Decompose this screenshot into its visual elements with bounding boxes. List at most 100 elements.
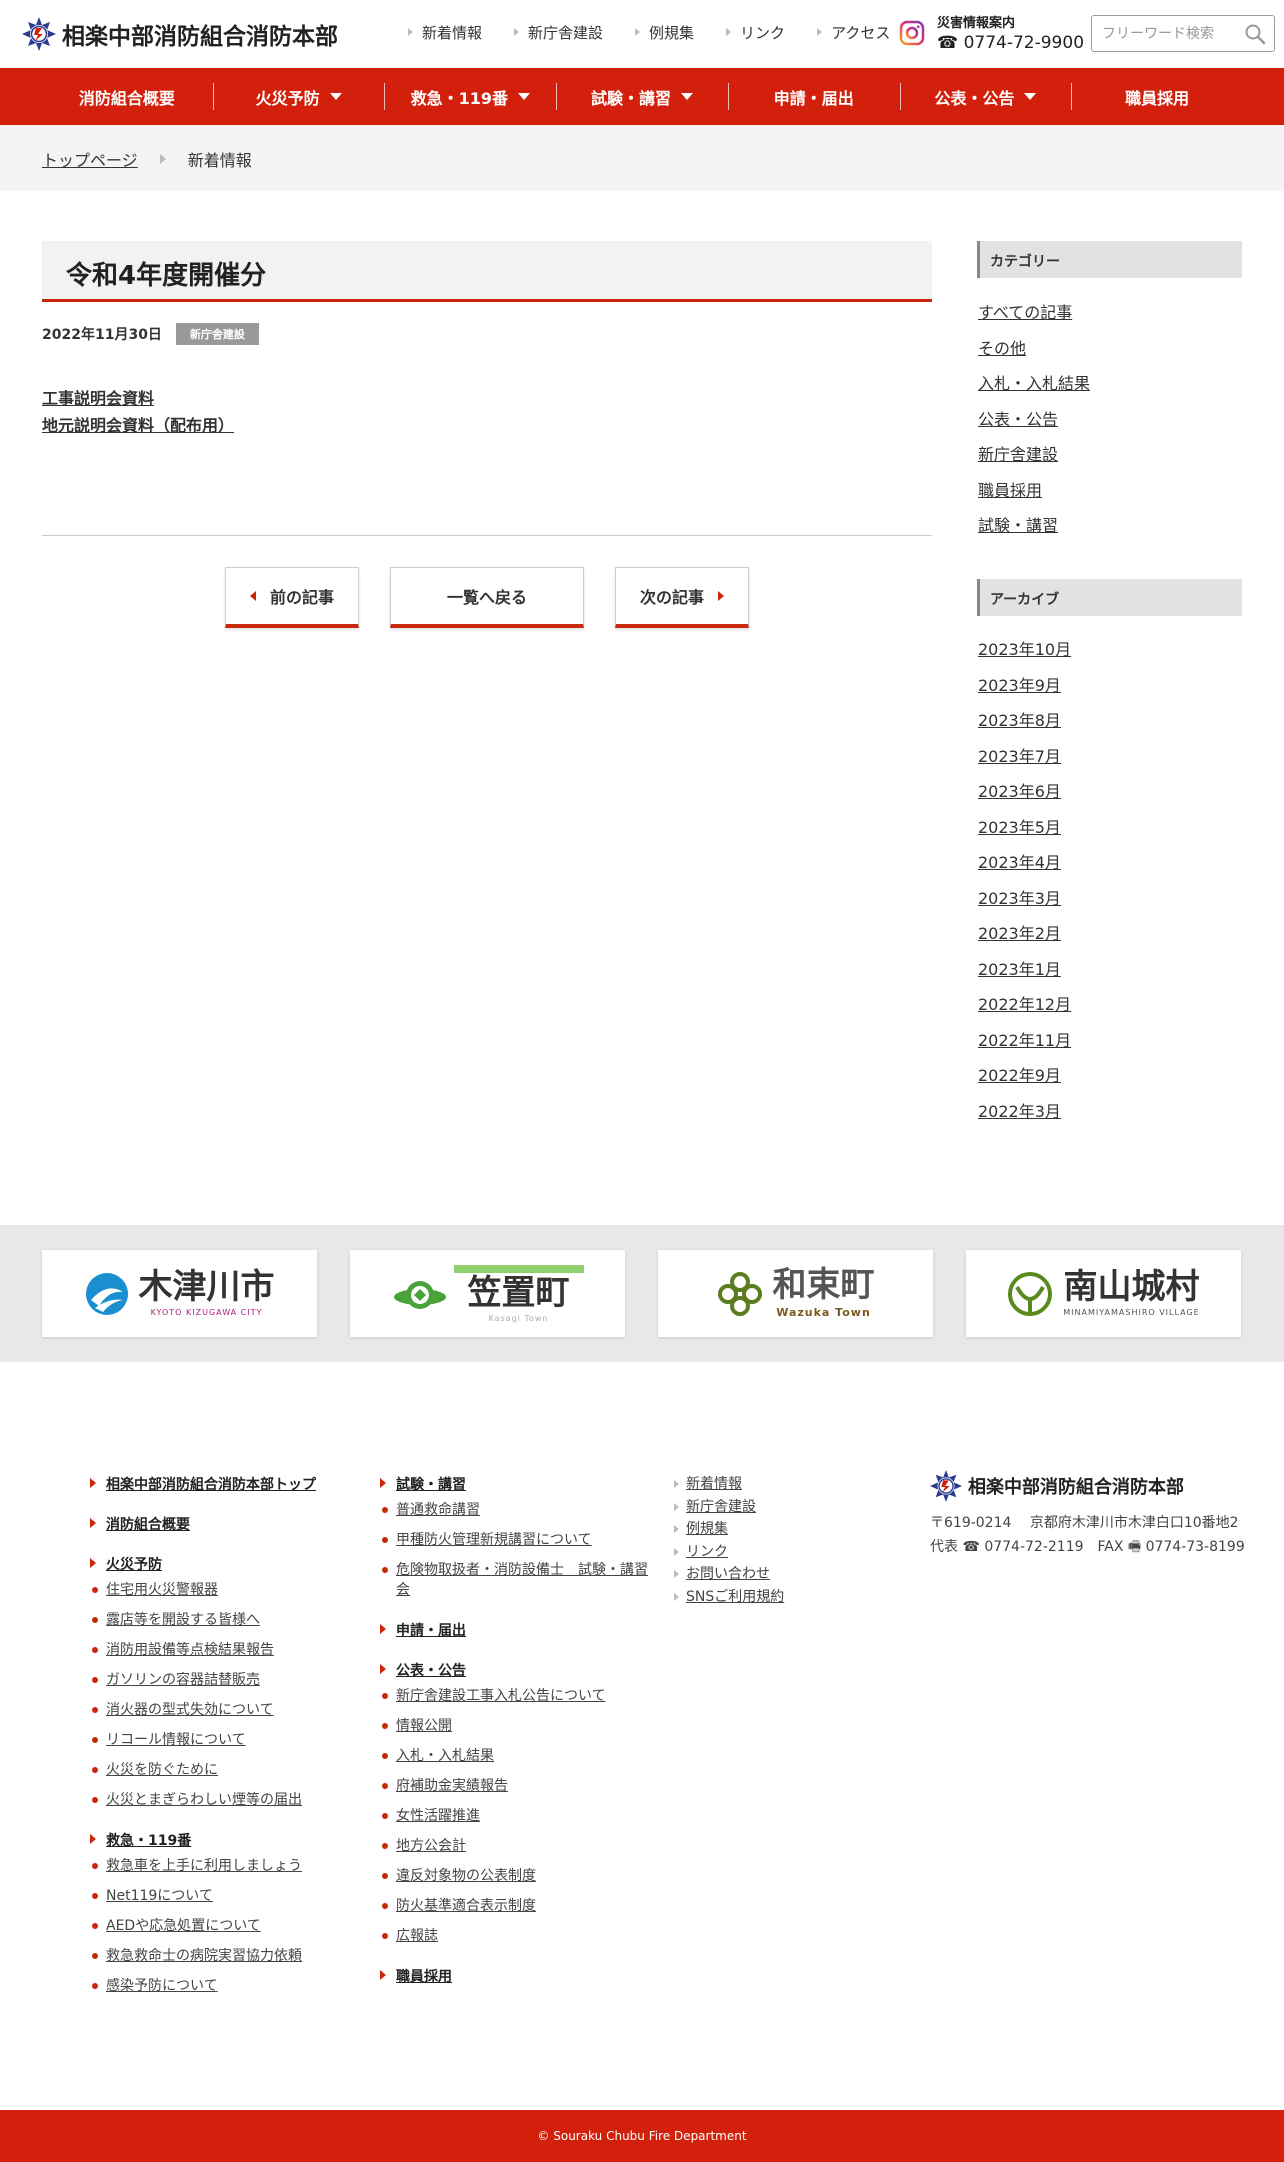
footer-link[interactable]: 消火器の型式失効について [106, 1702, 274, 1718]
archive-link[interactable]: 2022年9月 [978, 1066, 1061, 1085]
nav-item-fire-prevention[interactable]: 火災予防 [212, 68, 385, 125]
footer-item: 情報公開 [380, 1716, 660, 1736]
footer-link-contact[interactable]: お問い合わせ [686, 1566, 770, 1582]
footer-link[interactable]: 感染予防について [106, 1978, 218, 1994]
archive-link[interactable]: 2023年9月 [978, 676, 1061, 695]
archive-link[interactable]: 2023年2月 [978, 924, 1061, 943]
footer-link[interactable]: 入札・入札結果 [396, 1748, 494, 1764]
banner-subtitle: Kasagi Town [488, 1313, 549, 1323]
prev-article-button[interactable]: 前の記事 [225, 567, 359, 628]
category-link-bids[interactable]: 入札・入札結果 [978, 374, 1090, 393]
footer-link[interactable]: 危険物取扱者・消防設備士 試験・講習会 [396, 1562, 648, 1598]
footer-link[interactable]: 住宅用火災警報器 [106, 1582, 218, 1598]
footer-link[interactable]: 女性活躍推進 [396, 1808, 480, 1824]
doc-link-construction-briefing[interactable]: 工事説明会資料 [42, 385, 234, 412]
archive-link[interactable]: 2023年3月 [978, 889, 1061, 908]
footer-link[interactable]: 新庁舎建設工事入札公告について [396, 1688, 606, 1704]
search-icon[interactable] [1244, 23, 1266, 45]
caret-down-icon [681, 93, 694, 100]
footer-link[interactable]: 防火基準適合表示制度 [396, 1898, 536, 1914]
top-link-links[interactable]: リンク [726, 22, 785, 43]
category-link-other[interactable]: その他 [978, 339, 1026, 358]
banner-wazuka[interactable]: 和束町 Wazuka Town [658, 1250, 933, 1337]
footer-link-fire-prevention[interactable]: 火災予防 [106, 1557, 162, 1573]
footer-link-applications[interactable]: 申請・届出 [396, 1623, 466, 1639]
footer-link-links[interactable]: リンク [686, 1544, 728, 1560]
footer-link[interactable]: 救急車を上手に利用しましょう [106, 1858, 302, 1874]
footer-link-top[interactable]: 相楽中部消防組合消防本部トップ [106, 1477, 316, 1493]
nav-item-applications[interactable]: 申請・届出 [727, 68, 900, 125]
footer-link[interactable]: ガソリンの容器詰替販売 [106, 1672, 260, 1688]
banner-minamiyamashiro[interactable]: 南山城村 MINAMIYAMASHIRO VILLAGE [966, 1250, 1241, 1337]
footer-link-recruitment[interactable]: 職員採用 [396, 1969, 452, 1985]
breadcrumb: トップページ 新着情報 [42, 147, 252, 171]
archive-link[interactable]: 2022年3月 [978, 1102, 1061, 1121]
nav-item-emergency[interactable]: 救急・119番 [384, 68, 556, 125]
footer-link-emergency[interactable]: 救急・119番 [106, 1833, 191, 1849]
archive-link[interactable]: 2023年6月 [978, 782, 1061, 801]
archive-link[interactable]: 2023年5月 [978, 818, 1061, 837]
archive-link[interactable]: 2023年10月 [978, 640, 1071, 659]
footer-link[interactable]: 救急救命士の病院実習協力依頼 [106, 1948, 302, 1964]
footer-link[interactable]: 火災とまぎらわしい煙等の届出 [106, 1792, 302, 1808]
footer-link[interactable]: 甲種防火管理新規講習について [396, 1532, 592, 1548]
top-link-new-building[interactable]: 新庁舎建設 [514, 22, 603, 43]
back-to-list-button[interactable]: 一覧へ戻る [390, 567, 584, 628]
footer-link[interactable]: 普通救命講習 [396, 1502, 480, 1518]
footer-link[interactable]: 情報公開 [396, 1718, 452, 1734]
breadcrumb-home[interactable]: トップページ [42, 147, 138, 171]
footer-link-exams[interactable]: 試験・講習 [396, 1477, 466, 1493]
banner-kizugawa[interactable]: 木津川市 KYOTO KIZUGAWA CITY [42, 1250, 317, 1337]
top-link-regulations[interactable]: 例規集 [635, 22, 694, 43]
doc-link-local-briefing[interactable]: 地元説明会資料（配布用） [42, 412, 234, 439]
archive-link[interactable]: 2022年11月 [978, 1031, 1071, 1050]
footer-link-news[interactable]: 新着情報 [686, 1476, 742, 1492]
footer-link[interactable]: リコール情報について [106, 1732, 246, 1748]
category-link-announcements[interactable]: 公表・公告 [978, 410, 1058, 429]
category-link-exams[interactable]: 試験・講習 [978, 516, 1058, 535]
footer-link-announcements[interactable]: 公表・公告 [396, 1663, 466, 1679]
nav-item-announcements[interactable]: 公表・公告 [899, 68, 1072, 125]
archive-link[interactable]: 2023年7月 [978, 747, 1061, 766]
footer-link[interactable]: 消防用設備等点検結果報告 [106, 1642, 274, 1658]
nav-item-recruitment[interactable]: 職員採用 [1071, 68, 1243, 125]
archive-link[interactable]: 2022年12月 [978, 995, 1071, 1014]
footer-link-new-building[interactable]: 新庁舎建設 [686, 1499, 756, 1515]
nav-item-overview[interactable]: 消防組合概要 [41, 68, 213, 125]
banner-kasagi[interactable]: 笠置町 Kasagi Town [350, 1250, 625, 1337]
footer-link[interactable]: AEDや応急処置について [106, 1918, 261, 1934]
list-item: 2022年11月 [978, 1023, 1071, 1059]
footer-link[interactable]: 広報誌 [396, 1928, 438, 1944]
nav-item-exams[interactable]: 試験・講習 [556, 68, 728, 125]
footer-item: 防火基準適合表示制度 [380, 1896, 660, 1916]
footer-phone-fax: 代表 ☎ 0774-72-2119 FAX 🖷 0774-73-8199 [930, 1539, 1245, 1555]
disaster-info-phone[interactable]: ☎ 0774-72-9900 [937, 33, 1084, 53]
top-link-news[interactable]: 新着情報 [408, 22, 482, 43]
nav-label: 申請・届出 [773, 88, 854, 108]
site-logo[interactable]: 相楽中部消防組合消防本部 [22, 16, 338, 52]
article-date: 2022年11月30日 [42, 327, 162, 343]
footer-link-overview[interactable]: 消防組合概要 [106, 1517, 190, 1533]
category-link-new-building[interactable]: 新庁舎建設 [978, 445, 1058, 464]
footer-link-regulations[interactable]: 例規集 [686, 1521, 728, 1537]
footer-link[interactable]: 府補助金実績報告 [396, 1778, 508, 1794]
footer-link[interactable]: 地方公会計 [396, 1838, 466, 1854]
footer-heading: 試験・講習 [380, 1474, 660, 1494]
archive-link[interactable]: 2023年8月 [978, 711, 1061, 730]
next-article-button[interactable]: 次の記事 [615, 567, 749, 628]
footer-link[interactable]: Net119について [106, 1888, 213, 1904]
archive-link[interactable]: 2023年1月 [978, 960, 1061, 979]
footer-link[interactable]: 火災を防ぐために [106, 1762, 218, 1778]
category-badge[interactable]: 新庁舎建設 [175, 323, 259, 345]
top-link-access[interactable]: アクセス [817, 22, 890, 43]
category-link-recruitment[interactable]: 職員採用 [978, 481, 1042, 500]
footer-link-sns-terms[interactable]: SNSご利用規約 [686, 1589, 784, 1605]
footer-link[interactable]: 違反対象物の公表制度 [396, 1868, 536, 1884]
archive-link[interactable]: 2023年4月 [978, 853, 1061, 872]
instagram-icon[interactable] [899, 20, 925, 46]
footer-link[interactable]: 露店等を開設する皆様へ [106, 1612, 260, 1628]
category-link-all[interactable]: すべての記事 [978, 303, 1072, 322]
search-input[interactable] [1102, 24, 1234, 44]
footer-item: Net119について [90, 1886, 350, 1906]
site-header: 相楽中部消防組合消防本部 新着情報 新庁舎建設 例規集 リンク アクセス 災害情… [0, 0, 1284, 68]
